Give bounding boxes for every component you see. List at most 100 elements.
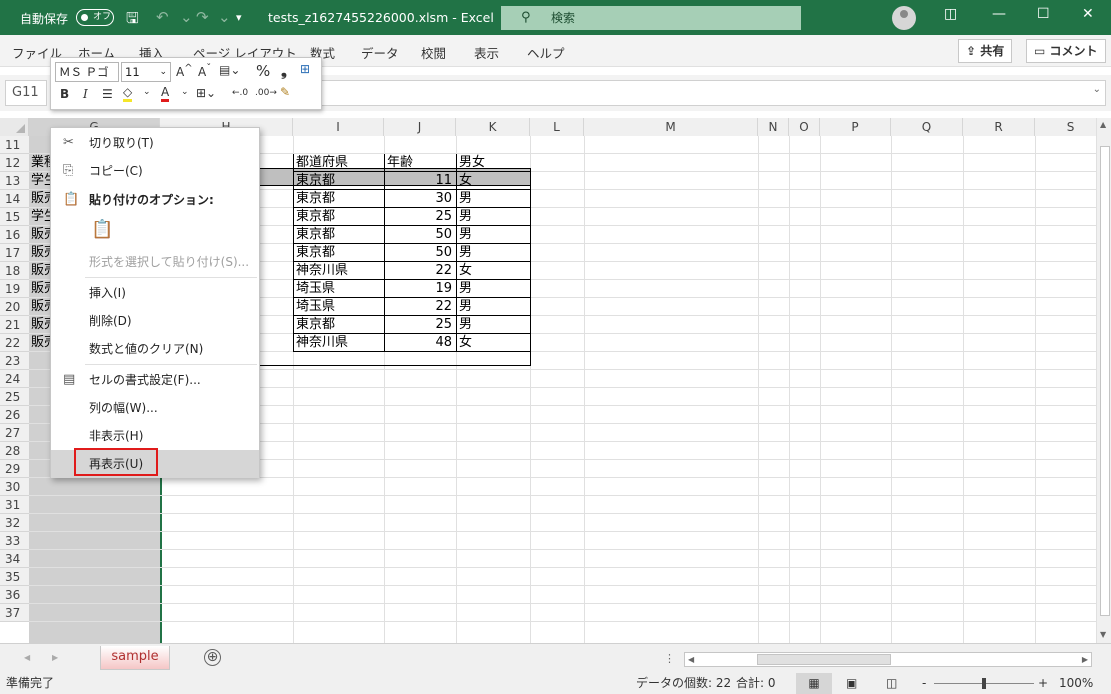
customize-qat-icon[interactable]: ▾ [236,11,242,24]
table-cell[interactable]: 48 [384,334,456,352]
table-cell[interactable]: 25 [384,208,456,226]
percent-icon[interactable]: % [256,62,270,80]
tab-data[interactable]: データ [361,43,399,62]
table-cell[interactable]: 東京都 [293,226,384,244]
table-cell[interactable]: 50 [384,226,456,244]
font-color-dropdown-icon[interactable]: ⌄ [181,87,189,97]
table-cell[interactable]: 男 [456,190,530,208]
horizontal-scrollbar[interactable]: ◀ ▶ [684,652,1092,667]
normal-view-icon[interactable]: ▦ [796,673,832,694]
col-header-q[interactable]: Q [891,118,963,136]
col-header-m[interactable]: M [584,118,758,136]
scroll-up-icon[interactable]: ▲ [1100,120,1106,129]
col-header-j[interactable]: J [384,118,456,136]
col-header-k[interactable]: K [456,118,530,136]
accounting-format-icon[interactable]: ▤⌄ [219,63,240,77]
zoom-level[interactable]: 100% [1059,673,1093,694]
row-header[interactable]: 36 [0,586,29,604]
table-cell[interactable]: 男 [456,244,530,262]
row-header[interactable]: 17 [0,244,29,262]
row-header[interactable]: 33 [0,532,29,550]
table-cell[interactable]: 女 [456,262,530,280]
row-header[interactable]: 31 [0,496,29,514]
redo-dropdown-icon[interactable]: ⌄ [218,8,231,26]
col-header-p[interactable]: P [820,118,891,136]
col-header-i[interactable]: I [293,118,384,136]
select-all-button[interactable] [0,118,29,136]
zoom-slider-thumb[interactable] [982,678,986,689]
share-button[interactable]: ⇪ 共有 [958,39,1013,63]
zoom-out-button[interactable]: - [922,673,926,694]
menu-item-copy[interactable]: ⎘ コピー(C) [51,157,259,185]
zoom-in-button[interactable]: + [1038,673,1048,694]
row-header[interactable]: 26 [0,406,29,424]
minimize-icon[interactable]: — [992,6,1006,22]
table-cell[interactable]: 22 [384,298,456,316]
align-center-icon[interactable]: ☰ [102,87,113,101]
menu-paste-button[interactable]: 📋 [51,216,259,246]
table-cell[interactable]: 男 [456,298,530,316]
table-cell[interactable]: 30 [384,190,456,208]
increase-decimal-icon[interactable]: ←.0 [232,88,248,98]
scroll-left-icon[interactable]: ◀ [688,655,694,664]
table-cell[interactable]: 25 [384,316,456,334]
table-cell[interactable]: 男 [456,208,530,226]
row-header[interactable]: 24 [0,370,29,388]
save-icon[interactable]: 🖫 [126,8,139,33]
name-box[interactable]: G11 [5,80,47,106]
row-header[interactable]: 34 [0,550,29,568]
account-avatar[interactable] [892,6,916,30]
table-cell[interactable]: 埼玉県 [293,280,384,298]
decrease-decimal-icon[interactable]: .00→ [255,88,277,98]
row-header[interactable]: 25 [0,388,29,406]
menu-item-clear[interactable]: 数式と値のクリア(N) [51,335,259,363]
row-header[interactable]: 29 [0,460,29,478]
table-cell[interactable]: 男女 [456,154,530,172]
table-cell[interactable]: 都道府県 [293,154,384,172]
menu-item-hide[interactable]: 非表示(H) [51,422,259,450]
row-header[interactable]: 14 [0,190,29,208]
table-cell[interactable]: 女 [456,334,530,352]
tab-view[interactable]: 表示 [474,43,499,62]
col-header-s[interactable]: S [1035,118,1096,136]
menu-item-cut[interactable]: ✂ 切り取り(T) [51,129,259,157]
table-cell[interactable]: 19 [384,280,456,298]
row-header[interactable]: 16 [0,226,29,244]
add-sheet-icon[interactable]: ⊕ [204,649,221,666]
scroll-down-icon[interactable]: ▼ [1100,630,1106,639]
tab-help[interactable]: ヘルプ [527,43,565,62]
autosave-toggle[interactable]: オフ [76,9,114,26]
font-color-icon[interactable]: A [161,85,170,102]
grow-font-icon[interactable]: A^ [176,63,193,79]
table-cell[interactable]: 男 [456,226,530,244]
row-header[interactable]: 32 [0,514,29,532]
table-cell[interactable]: 22 [384,262,456,280]
scroll-right-icon[interactable]: ▶ [1082,655,1088,664]
tab-split-handle[interactable]: ⋮ [664,652,675,665]
row-header[interactable]: 23 [0,352,29,370]
table-cell[interactable]: 男 [456,316,530,334]
row-header[interactable]: 37 [0,604,29,622]
shrink-font-icon[interactable]: Aˇ [198,63,211,79]
close-icon[interactable]: ✕ [1082,6,1094,22]
table-cell[interactable]: 東京都 [293,172,384,190]
table-cell[interactable]: 埼玉県 [293,298,384,316]
maximize-icon[interactable]: ☐ [1037,6,1050,22]
row-header[interactable]: 18 [0,262,29,280]
font-name-select[interactable]: ＭＳ Ｐゴ [55,62,119,82]
bold-icon[interactable]: B [60,87,69,101]
table-cell[interactable]: 50 [384,244,456,262]
row-header[interactable]: 11 [0,136,29,154]
menu-item-insert[interactable]: 挿入(I) [51,279,259,307]
font-size-select[interactable]: 11 ⌄ [121,62,171,82]
table-cell[interactable]: 男 [456,280,530,298]
row-header[interactable]: 19 [0,280,29,298]
menu-item-delete[interactable]: 削除(D) [51,307,259,335]
search-box[interactable]: ⚲ 検索 [501,6,801,30]
col-header-r[interactable]: R [963,118,1035,136]
table-cell[interactable]: 東京都 [293,208,384,226]
table-cell[interactable]: 東京都 [293,316,384,334]
prev-sheet-icon[interactable]: ◀ [24,653,30,662]
table-cell[interactable]: 神奈川県 [293,262,384,280]
table-cell[interactable]: 東京都 [293,190,384,208]
